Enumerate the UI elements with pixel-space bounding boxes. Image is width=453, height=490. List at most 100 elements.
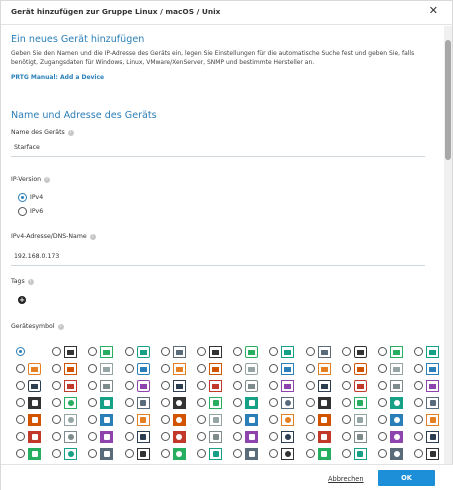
device-icon-option-square-blue[interactable] bbox=[16, 447, 52, 461]
device-icon-option-printer-cloud[interactable] bbox=[233, 345, 269, 359]
device-icon-option-juniper[interactable] bbox=[341, 413, 378, 427]
device-icon-option-dash[interactable] bbox=[124, 413, 161, 427]
device-icon-option-dotted-box[interactable] bbox=[341, 362, 378, 376]
radio-icon[interactable] bbox=[160, 364, 170, 373]
device-icon-option-x-black[interactable] bbox=[269, 430, 305, 444]
radio-icon[interactable] bbox=[52, 364, 62, 373]
radio-selected-icon[interactable] bbox=[18, 193, 27, 202]
device-icon-option-sd[interactable] bbox=[269, 379, 305, 393]
radio-icon[interactable] bbox=[341, 432, 351, 441]
device-icon-option-floppy[interactable] bbox=[88, 362, 124, 376]
device-icon-option-hp-ilo[interactable] bbox=[88, 396, 124, 410]
radio-icon[interactable] bbox=[414, 415, 424, 424]
radio-icon[interactable] bbox=[88, 381, 98, 390]
radio-icon[interactable] bbox=[124, 364, 134, 373]
device-icon-option-rack-server[interactable] bbox=[88, 345, 124, 359]
device-icon-option-ohd-red[interactable] bbox=[124, 447, 161, 461]
device-icon-option-hp-logo[interactable] bbox=[197, 413, 233, 427]
device-icon-option-d-blue[interactable] bbox=[414, 396, 446, 410]
device-icon-option-chip[interactable] bbox=[124, 362, 161, 376]
radio-icon[interactable] bbox=[269, 398, 279, 407]
radio-icon[interactable] bbox=[52, 415, 62, 424]
radio-icon[interactable] bbox=[88, 398, 98, 407]
radio-icon[interactable] bbox=[269, 381, 279, 390]
device-icon-option-cube[interactable] bbox=[233, 362, 269, 376]
device-icon-option-brand2[interactable] bbox=[269, 447, 305, 461]
radio-icon[interactable] bbox=[305, 449, 315, 458]
radio-icon[interactable] bbox=[160, 347, 170, 356]
radio-icon[interactable] bbox=[124, 347, 134, 356]
device-icon-option-monitor-alert[interactable] bbox=[269, 345, 305, 359]
radio-icon[interactable] bbox=[341, 364, 351, 373]
radio-icon[interactable] bbox=[52, 449, 62, 458]
device-icon-option-two-disks[interactable] bbox=[160, 345, 197, 359]
radio-icon[interactable] bbox=[414, 432, 424, 441]
device-name-input[interactable]: Starface bbox=[11, 139, 425, 157]
radio-icon[interactable] bbox=[378, 449, 387, 458]
radio-icon[interactable] bbox=[233, 398, 243, 407]
info-icon[interactable]: i bbox=[27, 279, 34, 285]
device-icon-option-notebook[interactable] bbox=[305, 345, 342, 359]
radio-icon[interactable] bbox=[414, 449, 424, 458]
device-icon-option-globe[interactable] bbox=[88, 379, 124, 393]
device-icon-option-tablet[interactable] bbox=[341, 345, 378, 359]
radio-icon[interactable] bbox=[197, 432, 206, 441]
radio-icon[interactable] bbox=[160, 398, 170, 407]
device-icon-option-swirl[interactable] bbox=[124, 396, 161, 410]
radio-icon[interactable] bbox=[233, 364, 243, 373]
radio-icon[interactable] bbox=[52, 432, 62, 441]
radio-icon[interactable] bbox=[52, 347, 62, 356]
radio-icon[interactable] bbox=[341, 381, 351, 390]
device-icon-option-apc-red[interactable] bbox=[269, 396, 305, 410]
device-icon-option-none[interactable] bbox=[16, 345, 52, 359]
device-icon-option-bar-gray[interactable] bbox=[341, 447, 378, 461]
radio-icon[interactable] bbox=[160, 449, 170, 458]
radio-icon[interactable] bbox=[305, 381, 315, 390]
radio-icon[interactable] bbox=[124, 398, 134, 407]
device-icon-option-nutanix[interactable] bbox=[305, 430, 342, 444]
radio-icon[interactable] bbox=[414, 364, 424, 373]
scrollbar[interactable] bbox=[444, 26, 452, 464]
radio-icon[interactable] bbox=[341, 415, 351, 424]
radio-icon[interactable] bbox=[124, 381, 134, 390]
scrollbar-thumb[interactable] bbox=[445, 40, 451, 160]
ip-version-option-ipv6[interactable]: IPv6 bbox=[18, 207, 43, 216]
device-icon-option-handheld[interactable] bbox=[414, 379, 446, 393]
radio-icon[interactable] bbox=[269, 347, 279, 356]
radio-icon[interactable] bbox=[414, 347, 424, 356]
device-icon-option-text-logo[interactable] bbox=[233, 447, 269, 461]
radio-icon[interactable] bbox=[233, 432, 243, 441]
device-icon-option-ethernet[interactable] bbox=[305, 379, 342, 393]
radio-icon[interactable] bbox=[52, 398, 62, 407]
info-icon[interactable]: i bbox=[89, 234, 96, 240]
device-icon-option-netapp[interactable] bbox=[197, 430, 233, 444]
device-icon-option-tape[interactable] bbox=[378, 362, 414, 376]
radio-icon[interactable] bbox=[305, 364, 315, 373]
radio-icon[interactable] bbox=[124, 432, 134, 441]
ok-button[interactable]: OK bbox=[378, 470, 435, 486]
device-icon-option-x-red[interactable] bbox=[52, 413, 88, 427]
device-icon-option-cluster[interactable] bbox=[197, 379, 233, 393]
device-icon-option-storage[interactable] bbox=[378, 396, 414, 410]
radio-icon[interactable] bbox=[414, 398, 424, 407]
info-icon[interactable]: i bbox=[57, 324, 64, 330]
radio-icon[interactable] bbox=[197, 449, 206, 458]
radio-icon[interactable] bbox=[197, 415, 206, 424]
radio-icon[interactable] bbox=[378, 381, 387, 390]
device-icon-option-ssd[interactable] bbox=[269, 362, 305, 376]
radio-icon[interactable] bbox=[269, 415, 279, 424]
radio-icon[interactable] bbox=[16, 364, 25, 373]
radio-icon[interactable] bbox=[378, 398, 387, 407]
device-icon-option-pure[interactable] bbox=[378, 430, 414, 444]
device-icon-option-bar-dark[interactable] bbox=[88, 447, 124, 461]
device-icon-option-nas[interactable] bbox=[52, 379, 88, 393]
device-icon-option-shield[interactable] bbox=[124, 379, 161, 393]
radio-icon[interactable] bbox=[88, 415, 98, 424]
device-icon-option-laptop[interactable] bbox=[414, 362, 446, 376]
device-icon-option-server[interactable] bbox=[52, 345, 88, 359]
device-icon-option-brand[interactable] bbox=[52, 447, 88, 461]
device-icon-option-bolt[interactable] bbox=[414, 447, 446, 461]
info-icon[interactable]: i bbox=[67, 130, 74, 136]
device-icon-option-dot-blue[interactable] bbox=[414, 413, 446, 427]
radio-icon[interactable] bbox=[378, 432, 387, 441]
